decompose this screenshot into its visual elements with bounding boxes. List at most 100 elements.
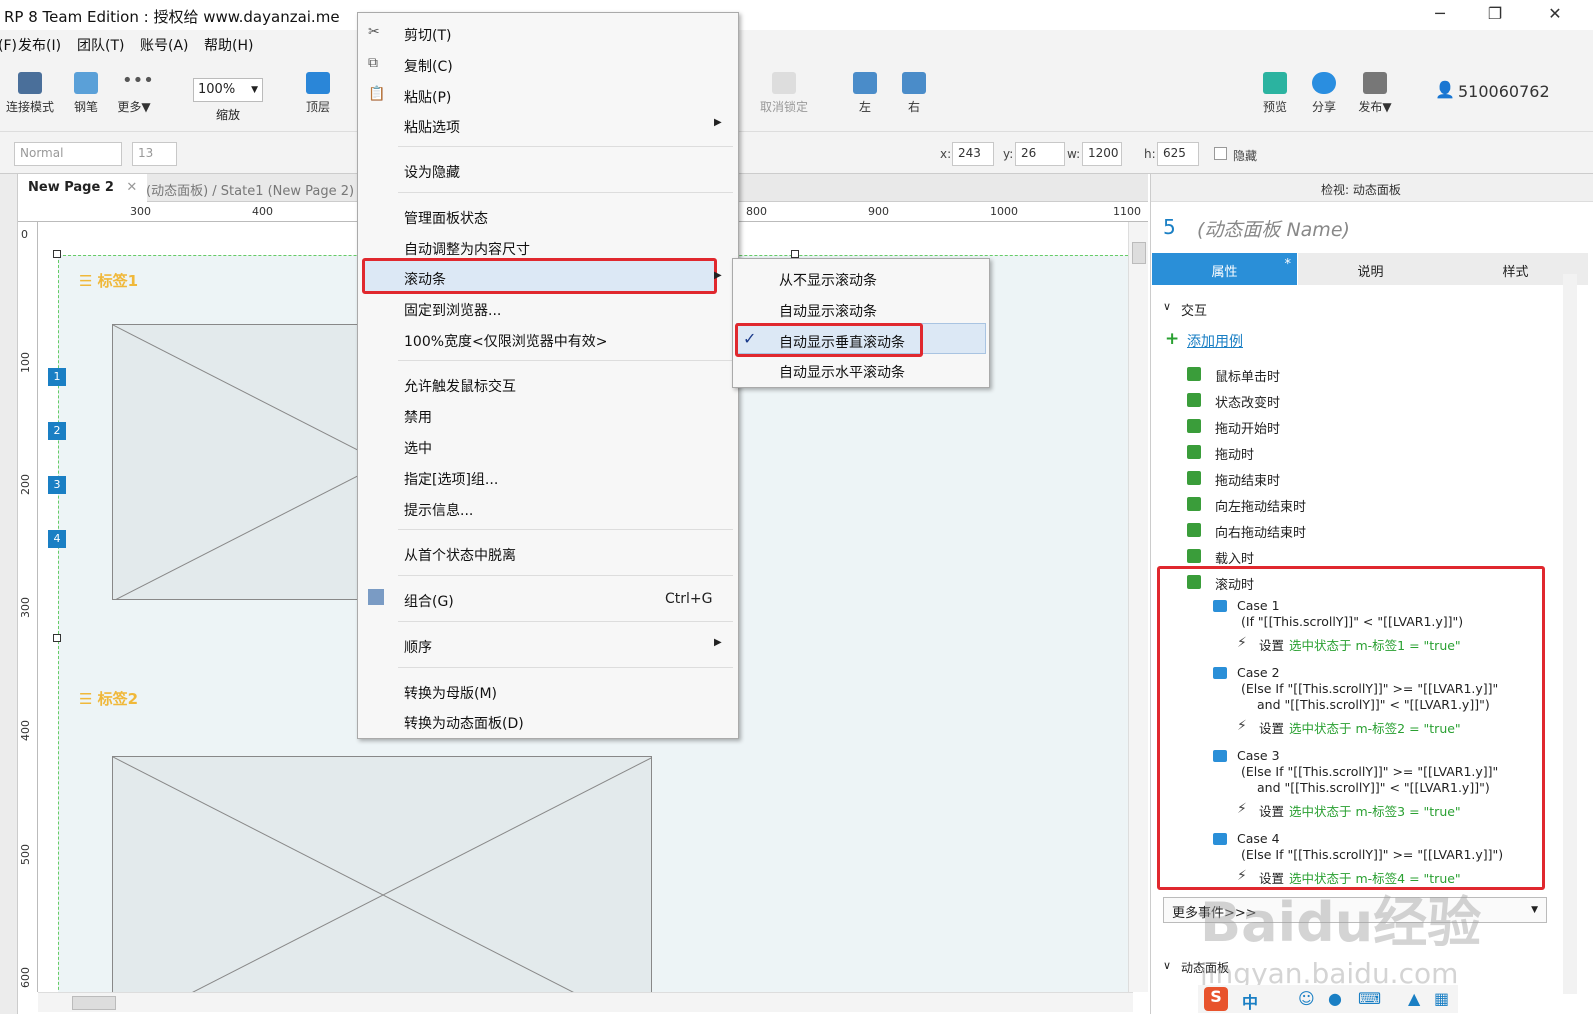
publish-label: 发布▼ (1358, 100, 1392, 114)
style-select[interactable]: Normal (14, 142, 122, 166)
lightning-icon: ⚡ (1237, 635, 1247, 651)
label1-text: 标签1 (97, 272, 139, 290)
submenu-auto-vertical[interactable]: 自动显示垂直滚动条 (779, 332, 905, 352)
widget-name-field[interactable]: (动态面板 Name) (1197, 215, 1350, 242)
ruler-tick: 400 (252, 205, 273, 218)
zoom-label: 缩放 (216, 108, 241, 122)
resize-handle[interactable] (791, 250, 799, 258)
marker-3[interactable]: 3 (48, 476, 66, 494)
layer-icon (306, 72, 330, 94)
marker-2[interactable]: 2 (48, 422, 66, 440)
collapse-icon[interactable]: ∨ (1163, 959, 1171, 972)
menu-pin-browser[interactable]: 固定到浏览器... (404, 300, 501, 320)
submenu-auto[interactable]: 自动显示滚动条 (779, 301, 877, 321)
collapse-icon[interactable]: ∨ (1163, 300, 1171, 313)
event-label: 拖动开始时 (1215, 422, 1281, 437)
zoom-select[interactable]: 100% ▼ (193, 78, 263, 102)
menu-manage-states[interactable]: 管理面板状态 (404, 208, 488, 228)
tab-dynamic-panel[interactable]: (动态面板) / State1 (New Page 2) ✕ (136, 174, 385, 202)
h-field[interactable]: 625 (1157, 142, 1199, 166)
canvas-vertical-scrollbar[interactable] (1128, 222, 1148, 992)
menu-copy[interactable]: 复制(C) (404, 56, 453, 76)
case-condition: (Else If "[[This.scrollY]]" >= "[[LVAR1.… (1241, 847, 1504, 862)
submenu-auto-horizontal[interactable]: 自动显示水平滚动条 (779, 362, 905, 382)
align-left-icon (853, 72, 877, 94)
tab-modified-mark: * (1284, 257, 1292, 272)
menu-group[interactable]: 组合(G) (404, 591, 454, 611)
menu-publish[interactable]: 发布(I) (18, 35, 61, 55)
case-action: 选中状态于 m-标签2 = "true" (1289, 721, 1461, 736)
tab-properties[interactable]: 属性 * (1152, 253, 1297, 285)
event-label: 拖动结束时 (1215, 474, 1281, 489)
tab-notes[interactable]: 说明 (1298, 253, 1443, 285)
menu-selected[interactable]: 选中 (404, 438, 432, 458)
menu-cut[interactable]: 剪切(T) (404, 25, 451, 45)
label2-text: 标签2 (97, 690, 139, 708)
case-name: Case 4 (1237, 831, 1280, 846)
y-field[interactable]: 26 (1015, 142, 1065, 166)
menu-account[interactable]: 账号(A) (140, 35, 189, 55)
menu-to-dynamic-panel[interactable]: 转换为动态面板(D) (404, 713, 524, 733)
tab-label: 属性 (1211, 265, 1238, 280)
scroll-thumb[interactable] (1132, 242, 1146, 264)
share-label: 分享 (1311, 100, 1336, 114)
publish-button[interactable]: 发布▼ (1345, 62, 1405, 115)
menu-assign-group[interactable]: 指定[选项]组... (404, 469, 498, 489)
marker-1[interactable]: 1 (48, 368, 66, 386)
tab-new-page-2[interactable]: New Page 2 ✕ (18, 174, 148, 202)
x-field[interactable]: 243 (952, 142, 994, 166)
menu-paste[interactable]: 粘贴(P) (404, 87, 451, 107)
menu-set-hidden[interactable]: 设为隐藏 (404, 162, 460, 182)
menu-order[interactable]: 顺序 (404, 637, 432, 657)
menu-help[interactable]: 帮助(H) (204, 35, 253, 55)
event-icon (1187, 393, 1201, 407)
more-button[interactable]: ••• 更多▼ (104, 62, 164, 115)
menu-fit-content[interactable]: 自动调整为内容尺寸 (404, 239, 530, 259)
image-placeholder-2[interactable] (112, 756, 652, 992)
menu-team[interactable]: 团队(T) (77, 35, 124, 55)
font-size-select[interactable]: 13 (132, 142, 177, 166)
zoom-value: 100% (198, 82, 236, 97)
hidden-checkbox[interactable] (1214, 147, 1227, 160)
scroll-thumb[interactable] (72, 996, 116, 1010)
sogou-icon[interactable]: S (1204, 987, 1228, 1011)
inspector-scrollbar[interactable] (1563, 274, 1577, 994)
keyboard-icon[interactable]: ⌨ (1358, 989, 1381, 1008)
add-icon: + (1165, 329, 1180, 349)
menu-to-master[interactable]: 转换为母版(M) (404, 683, 497, 703)
grid-icon[interactable]: ▦ (1434, 989, 1449, 1008)
menu-disable[interactable]: 禁用 (404, 407, 432, 427)
user-icon: 👤 (1435, 80, 1455, 99)
section-interactions[interactable]: 交互 (1181, 300, 1207, 319)
mic-icon[interactable]: ● (1328, 989, 1342, 1008)
canvas-horizontal-scrollbar[interactable] (38, 992, 1133, 1012)
close-button[interactable]: ✕ (1540, 4, 1570, 23)
menu-break-first-state[interactable]: 从首个状态中脱离 (404, 545, 516, 565)
vertical-ruler: 0 100 200 300 400 500 600 (18, 222, 38, 992)
align-right-button[interactable]: 右 (884, 62, 944, 115)
menu-paste-options[interactable]: 粘贴选项 (404, 117, 460, 137)
menu-file[interactable]: 文件(F) (0, 35, 17, 55)
skin-icon[interactable]: ▲ (1408, 989, 1420, 1008)
marker-4[interactable]: 4 (48, 530, 66, 548)
menu-allow-mouse[interactable]: 允许触发鼠标交互 (404, 376, 516, 396)
emoji-icon[interactable]: ☺ (1298, 989, 1315, 1008)
minimize-button[interactable]: ─ (1425, 4, 1455, 23)
resize-handle[interactable] (53, 634, 61, 642)
ime-mode[interactable]: 中 (1242, 989, 1258, 1013)
connect-mode-button[interactable]: 连接模式 (0, 62, 60, 115)
tab-label-2[interactable]: ☰ 标签2 (79, 688, 138, 709)
w-field[interactable]: 1200 (1082, 142, 1122, 166)
unlock-button[interactable]: 取消锁定 (754, 62, 814, 115)
tab-label-1[interactable]: ☰ 标签1 (79, 270, 138, 291)
menu-tooltip[interactable]: 提示信息... (404, 500, 473, 520)
scissors-icon: ✂ (368, 24, 380, 40)
resize-handle[interactable] (53, 250, 61, 258)
bring-top-button[interactable]: 顶层 (288, 62, 348, 115)
restore-button[interactable]: ❐ (1480, 4, 1510, 23)
submenu-never[interactable]: 从不显示滚动条 (779, 270, 877, 290)
add-case-link[interactable]: 添加用例 (1187, 331, 1243, 351)
user-account[interactable]: 510060762 (1458, 82, 1550, 101)
menu-scrollbars[interactable]: 滚动条 (404, 269, 446, 289)
menu-full-width[interactable]: 100%宽度<仅限浏览器中有效> (404, 331, 608, 351)
